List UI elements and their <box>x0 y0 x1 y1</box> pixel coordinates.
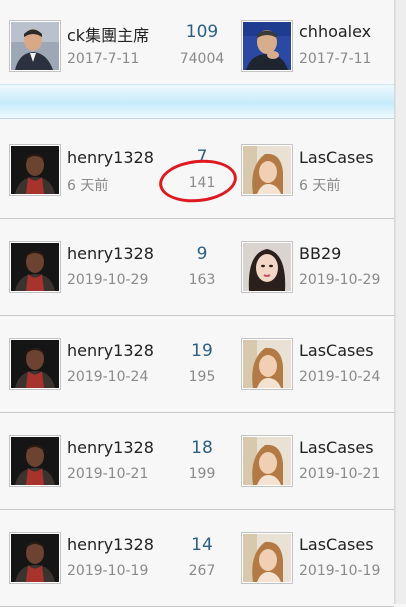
author-avatar[interactable] <box>9 435 61 487</box>
author-avatar[interactable] <box>9 144 61 196</box>
businessman-avatar-icon <box>11 22 59 70</box>
author-name[interactable]: henry1328 <box>67 535 154 554</box>
post-date: 2019-10-29 <box>67 272 149 288</box>
last-poster-name[interactable]: LasCases <box>299 438 374 457</box>
topic-row: henry1328 2019-10-29 9 163 BB29 2019-10-… <box>0 219 394 316</box>
last-poster-avatar[interactable] <box>241 144 293 196</box>
post-date: 2019-10-21 <box>67 466 149 482</box>
last-poster-name[interactable]: LasCases <box>299 148 374 167</box>
author-name[interactable]: henry1328 <box>67 341 154 360</box>
last-poster-name[interactable]: LasCases <box>299 341 374 360</box>
woman-avatar-icon <box>243 340 291 388</box>
man-avatar-icon <box>11 243 59 291</box>
vertical-scrollbar[interactable] <box>395 0 406 604</box>
last-reply-date: 2019-10-19 <box>299 563 381 579</box>
post-date: 2017-7-11 <box>67 51 140 67</box>
author-name[interactable]: henry1328 <box>67 244 154 263</box>
last-poster-avatar[interactable] <box>241 20 293 72</box>
author-name[interactable]: henry1328 <box>67 438 154 457</box>
man-avatar-icon <box>11 146 59 194</box>
last-poster-name[interactable]: BB29 <box>299 244 341 263</box>
last-reply-date: 2019-10-21 <box>299 466 381 482</box>
author-avatar[interactable] <box>9 532 61 584</box>
author-name[interactable]: henry1328 <box>67 148 154 167</box>
reply-count[interactable]: 109 <box>162 22 242 42</box>
topic-row: henry1328 2019-10-24 19 195 LasCases 201… <box>0 316 394 413</box>
man-avatar-icon <box>11 340 59 388</box>
topic-row: henry1328 2019-10-19 14 267 LasCases 201… <box>0 510 394 607</box>
last-poster-avatar[interactable] <box>241 241 293 293</box>
topic-row: henry1328 2019-10-21 18 199 LasCases 201… <box>0 413 394 510</box>
woman-avatar-icon <box>243 146 291 194</box>
post-date: 6 天前 <box>67 178 109 194</box>
businessman-hand-on-chin-avatar-icon <box>243 22 291 70</box>
author-avatar[interactable] <box>9 241 61 293</box>
last-poster-avatar[interactable] <box>241 435 293 487</box>
post-date: 2019-10-19 <box>67 563 149 579</box>
topic-list: ck集團主席 2017-7-11 109 74004 chhoalex 2017… <box>0 0 395 607</box>
last-poster-avatar[interactable] <box>241 532 293 584</box>
last-reply-date: 2019-10-29 <box>299 272 381 288</box>
view-count: 267 <box>188 563 216 579</box>
last-reply-date: 2017-7-11 <box>299 51 372 67</box>
last-poster-avatar[interactable] <box>241 338 293 390</box>
view-count: 199 <box>188 466 216 482</box>
woman-portrait-avatar-icon <box>243 243 291 291</box>
last-poster-name[interactable]: LasCases <box>299 535 374 554</box>
reply-count[interactable]: 14 <box>162 535 242 555</box>
post-date: 2019-10-24 <box>67 369 149 385</box>
woman-avatar-icon <box>243 534 291 582</box>
man-avatar-icon <box>11 437 59 485</box>
last-poster-name[interactable]: chhoalex <box>299 22 371 41</box>
man-avatar-icon <box>11 534 59 582</box>
view-count: 163 <box>188 272 216 288</box>
last-reply-date: 6 天前 <box>299 178 341 194</box>
view-count: 74004 <box>179 51 225 67</box>
topic-row: ck集團主席 2017-7-11 109 74004 chhoalex 2017… <box>0 0 394 85</box>
author-avatar[interactable] <box>9 20 61 72</box>
author-avatar[interactable] <box>9 338 61 390</box>
last-reply-date: 2019-10-24 <box>299 369 381 385</box>
view-count: 195 <box>188 369 216 385</box>
reply-count[interactable]: 18 <box>162 438 242 458</box>
reply-count[interactable]: 19 <box>162 341 242 361</box>
reply-count[interactable]: 9 <box>162 244 242 264</box>
section-divider <box>0 84 394 119</box>
woman-avatar-icon <box>243 437 291 485</box>
author-name[interactable]: ck集團主席 <box>67 22 149 46</box>
